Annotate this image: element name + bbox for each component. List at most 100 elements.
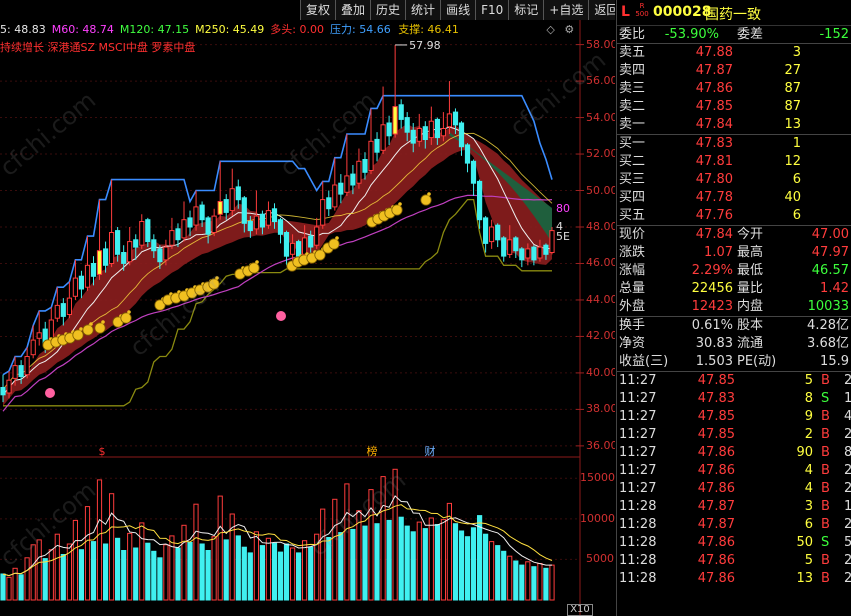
- tick-list[interactable]: 11:2747.855B211:2747.838S111:2747.859B41…: [617, 372, 851, 588]
- tick-row: 11:28 47.87 3B1: [617, 498, 851, 516]
- tick-row: 11:28 47.87 6B2: [617, 516, 851, 534]
- money-bag-icon: [94, 322, 106, 334]
- bid-row: 买三 47.80 6: [617, 171, 851, 189]
- money-bag-icon: [127, 310, 131, 314]
- candle-body: [434, 118, 440, 139]
- tick-volume: 4: [804, 481, 813, 496]
- stat-label: PE(动): [737, 354, 777, 369]
- candle-body: [374, 138, 380, 153]
- bid-book: 买一 47.83 1 买二 47.81 12 买三 47.80 6 买四 47.78 40 买五 47.7…: [617, 135, 851, 226]
- tick-price: 47.85: [697, 373, 735, 388]
- volume-bar: [90, 541, 97, 601]
- price-stats: 现价 47.84 今开 47.00 涨跌 1.07 最高 47.97 涨幅 2.29% 最低 46.5…: [617, 226, 851, 317]
- weibi-label: 委比: [619, 27, 646, 42]
- toolbar-button-3[interactable]: 统计: [405, 0, 441, 20]
- ask-row: 卖五 47.88 3: [617, 44, 851, 62]
- tick-count: 2: [844, 462, 851, 480]
- money-bag-icon: [335, 236, 339, 240]
- volume-bar: [362, 525, 368, 601]
- toolbar-button-5[interactable]: F10: [475, 0, 509, 20]
- volume-bar: [477, 515, 483, 601]
- candle-body: [398, 104, 404, 120]
- ma-yellow-line: [2, 132, 553, 390]
- tick-count: 1: [844, 390, 851, 408]
- candle-body: [428, 120, 434, 139]
- volume-bar: [440, 519, 446, 601]
- volume-unit-label[interactable]: X10: [567, 604, 593, 616]
- tick-count: 1: [844, 498, 851, 516]
- stat-value: 1.07: [704, 245, 733, 260]
- volume-bar: [489, 541, 495, 601]
- stat-label: 量比: [737, 281, 764, 296]
- money-bag-icon: [427, 192, 431, 196]
- money-bag-icon: [101, 320, 105, 324]
- toolbar-button-4[interactable]: 画线: [440, 0, 476, 20]
- ma-legend-item: 5: 48.83: [0, 23, 46, 36]
- tick-side: B: [821, 571, 830, 586]
- stat-row: 总量 22456 量比 1.42: [617, 280, 851, 298]
- money-bag-icon: [255, 260, 259, 264]
- volume-bar: [72, 519, 79, 601]
- tick-volume: 13: [796, 571, 813, 586]
- candle-body: [519, 248, 525, 261]
- candle-body: [12, 365, 18, 379]
- tick-time: 11:27: [619, 373, 657, 388]
- candle-body: [446, 113, 452, 128]
- ask-label: 卖五: [619, 45, 646, 60]
- volume-bar: [151, 550, 157, 601]
- candle-body: [513, 237, 519, 252]
- volume-bar: [247, 552, 253, 601]
- money-bag-icon: [248, 262, 260, 274]
- candle-body: [344, 175, 350, 193]
- tick-price: 47.86: [697, 481, 735, 496]
- candle-body: [193, 206, 199, 226]
- stat-row: 外盘 12423 内盘 10033: [617, 298, 851, 316]
- toolbar-button-0[interactable]: 复权: [300, 0, 336, 20]
- candle-body: [501, 237, 507, 257]
- candle-body: [537, 246, 543, 259]
- candle-body: [145, 219, 151, 243]
- money-bag-icon: [79, 327, 83, 331]
- tick-time: 11:27: [619, 427, 657, 442]
- volume-bar: [549, 564, 555, 601]
- candle-body: [308, 235, 314, 248]
- tick-price: 47.86: [697, 445, 735, 460]
- quote-panel: L R 500 000028 国药一致 委比 -53.90% 委差 -152 卖…: [616, 0, 851, 616]
- toolbar-button-7[interactable]: +自选: [543, 0, 589, 20]
- stock-code: 000028: [653, 4, 712, 20]
- candle-body: [380, 124, 386, 151]
- money-bag-icon: [89, 322, 93, 326]
- volume-tick-label: 10000: [580, 511, 615, 525]
- volume-bar: [211, 536, 217, 601]
- candle-body: [133, 239, 139, 248]
- kline-chart-area[interactable]: 57.98 80 4 5E $ 榜财 复权 叠加 历史 统计 画线 F10 标记 +自选 返回 5: 48…: [0, 0, 615, 616]
- volume-bar: [54, 533, 60, 601]
- volume-bar: [175, 547, 181, 601]
- tick-price: 47.85: [697, 409, 735, 424]
- volume-bar: [265, 537, 271, 601]
- volume-bar: [537, 563, 543, 601]
- toolbar-button-2[interactable]: 历史: [370, 0, 406, 20]
- stat-value: 0.61%: [691, 318, 733, 333]
- candle-body: [18, 365, 24, 378]
- diamond-icon[interactable]: ◇: [546, 23, 554, 36]
- volume-bar: [374, 523, 380, 601]
- kline-chart[interactable]: 57.988045E$ 榜财: [0, 0, 615, 616]
- event-flag: $: [99, 445, 106, 458]
- bid-volume: 40: [784, 190, 801, 205]
- toolbar-button-8[interactable]: 返回: [588, 0, 615, 20]
- settings-icon[interactable]: ⚙: [564, 23, 574, 36]
- tick-time: 11:27: [619, 445, 657, 460]
- toolbar-button-1[interactable]: 叠加: [335, 0, 371, 20]
- volume-bar: [193, 503, 199, 601]
- toolbar-button-6[interactable]: 标记: [508, 0, 544, 20]
- stat-value: 47.00: [811, 227, 849, 242]
- candle-body: [253, 215, 260, 230]
- stat-label: 涨幅: [619, 263, 646, 278]
- candle-body: [489, 226, 495, 243]
- candle-body: [470, 160, 477, 184]
- bid-volume: 12: [784, 154, 801, 169]
- stat-label: 内盘: [737, 299, 764, 314]
- volume-bar: [163, 544, 169, 601]
- volume-bar: [386, 519, 392, 601]
